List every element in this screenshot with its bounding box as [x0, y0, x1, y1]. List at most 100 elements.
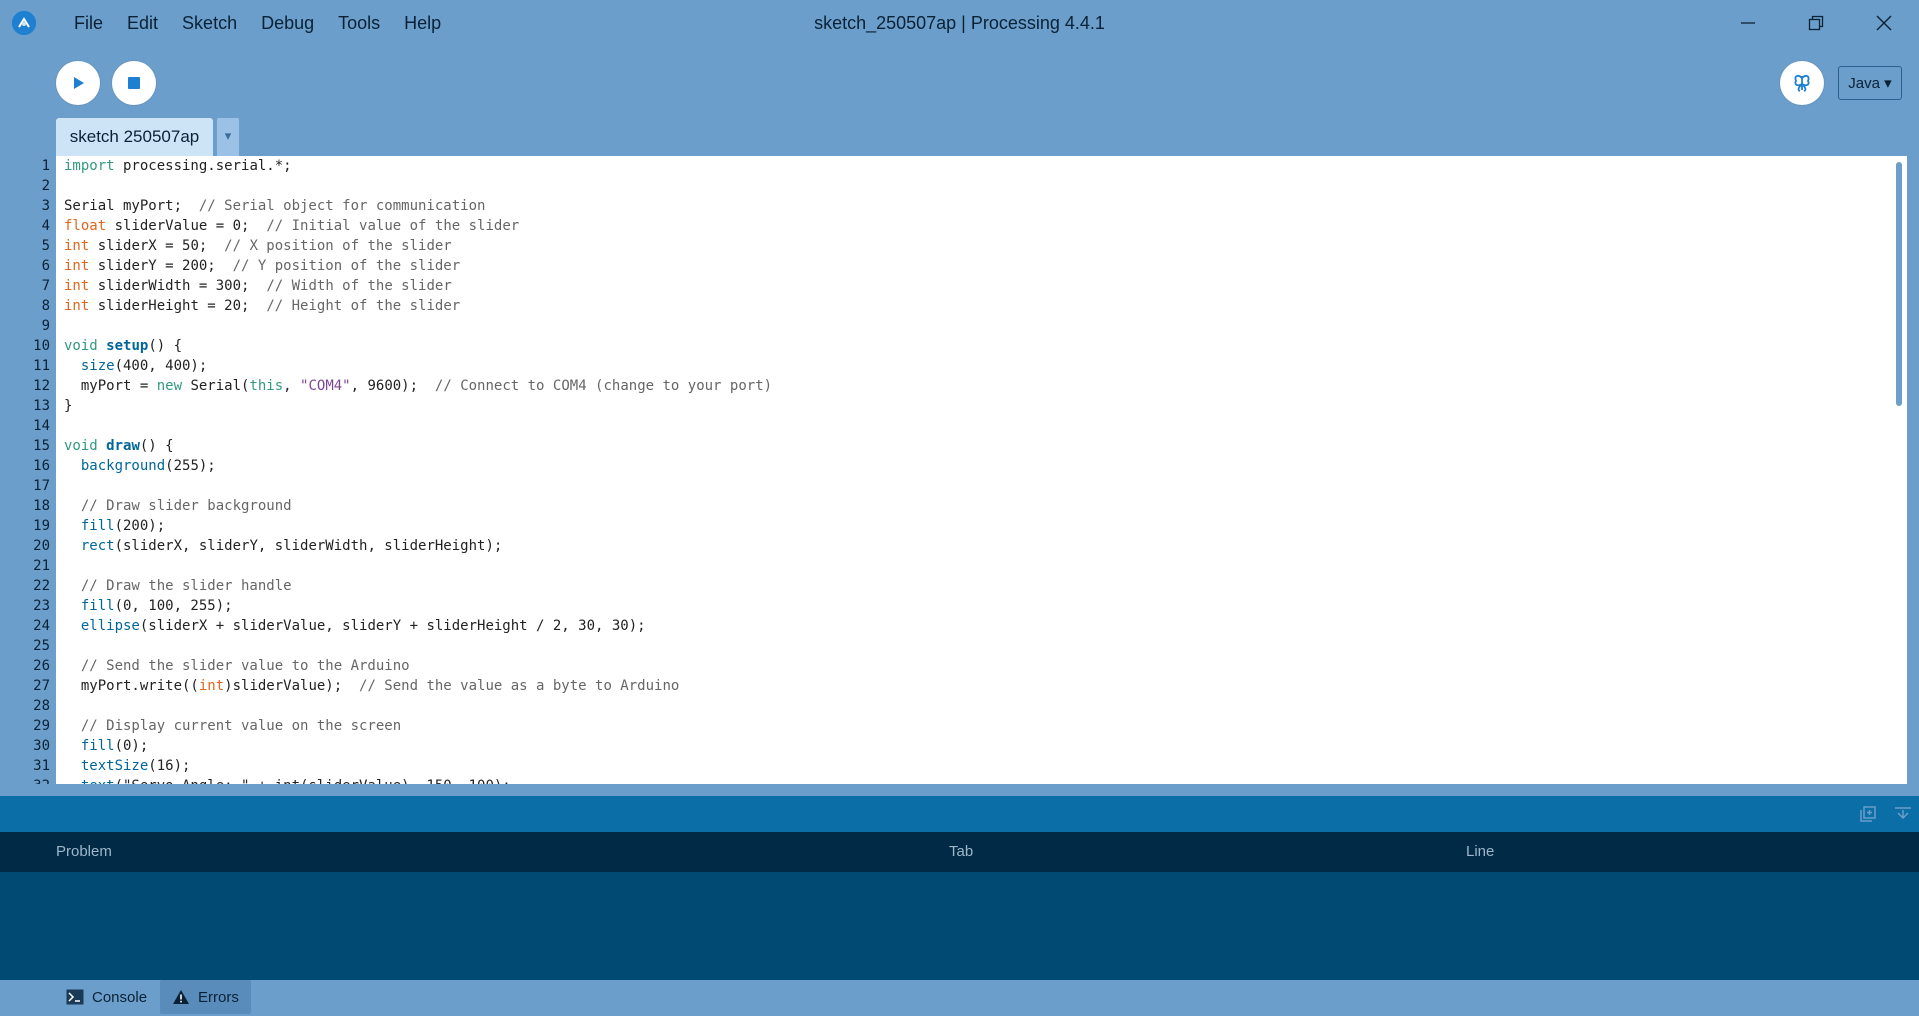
debugger-button[interactable] — [1780, 61, 1824, 105]
minimize-button[interactable] — [1714, 0, 1782, 46]
run-button[interactable] — [56, 61, 100, 105]
line-number: 25 — [33, 638, 50, 654]
code-token: textSize — [80, 758, 149, 774]
code-token: processing.serial.*; — [114, 158, 292, 174]
restore-button[interactable] — [1782, 0, 1850, 46]
line-number: 21 — [33, 558, 50, 574]
code-line[interactable] — [56, 476, 1893, 496]
code-line[interactable] — [56, 316, 1893, 336]
line-number: 23 — [33, 598, 50, 614]
console-tab[interactable]: Console — [54, 980, 159, 1014]
code-token: (400, 400); — [114, 358, 208, 374]
code-line[interactable]: int sliderX = 50; // X position of the s… — [56, 236, 1893, 256]
code-line[interactable]: } — [56, 396, 1893, 416]
code-token: // Y position of the slider — [232, 258, 461, 274]
code-token: myPort.write(( — [64, 678, 199, 694]
code-token: sliderX = 50; — [89, 238, 225, 254]
column-tab[interactable]: Tab — [949, 832, 973, 872]
code-token: size — [80, 358, 115, 374]
errors-list — [0, 872, 1919, 980]
code-line[interactable]: void draw() { — [56, 436, 1893, 456]
line-number: 10 — [33, 338, 50, 354]
editor-scrollbar[interactable] — [1893, 156, 1907, 784]
code-token: import — [64, 158, 115, 174]
code-line[interactable]: background(255); — [56, 456, 1893, 476]
menu-file[interactable]: File — [62, 0, 115, 46]
code-token: // Initial value of the slider — [266, 218, 520, 234]
code-line[interactable]: text("Servo Angle: " + int(sliderValue),… — [56, 776, 1893, 784]
code-token: (0, 100, 255); — [114, 598, 233, 614]
menu-edit[interactable]: Edit — [115, 0, 170, 46]
code-line[interactable]: // Send the slider value to the Arduino — [56, 656, 1893, 676]
code-line[interactable]: int sliderWidth = 300; // Width of the s… — [56, 276, 1893, 296]
code-line[interactable]: int sliderY = 200; // Y position of the … — [56, 256, 1893, 276]
stop-button[interactable] — [112, 61, 156, 105]
code-line[interactable] — [56, 696, 1893, 716]
footer-bar: Console Errors — [0, 980, 1919, 1016]
code-line[interactable]: fill(200); — [56, 516, 1893, 536]
code-line[interactable]: import processing.serial.*; — [56, 156, 1893, 176]
code-token: sliderHeight = 20; — [89, 298, 267, 314]
mode-select[interactable]: Java ▾ — [1838, 66, 1902, 100]
line-number: 31 — [33, 758, 50, 774]
column-line[interactable]: Line — [1466, 832, 1494, 872]
code-editor[interactable]: import processing.serial.*; Serial myPort… — [56, 156, 1893, 784]
code-line[interactable]: fill(0); — [56, 736, 1893, 756]
code-line[interactable]: int sliderHeight = 20; // Height of the … — [56, 296, 1893, 316]
code-token: , — [283, 378, 301, 394]
code-token: fill — [80, 598, 115, 614]
column-problem[interactable]: Problem — [56, 832, 112, 872]
line-number: 1 — [41, 158, 50, 174]
code-line[interactable]: // Draw the slider handle — [56, 576, 1893, 596]
menu-tools[interactable]: Tools — [326, 0, 392, 46]
menu-sketch[interactable]: Sketch — [170, 0, 249, 46]
code-line[interactable] — [56, 416, 1893, 436]
code-token: (sliderX + sliderValue, sliderY + slider… — [139, 618, 646, 634]
menu-help[interactable]: Help — [392, 0, 453, 46]
line-number: 4 — [41, 218, 50, 234]
code-line[interactable] — [56, 636, 1893, 656]
code-line[interactable]: // Display current value on the screen — [56, 716, 1893, 736]
code-token: (sliderX, sliderY, sliderWidth, sliderHe… — [114, 538, 503, 554]
editor-scroll-thumb[interactable] — [1896, 162, 1902, 406]
code-token: sliderY = 200; — [89, 258, 233, 274]
copy-icon[interactable] — [1858, 804, 1878, 824]
menu-debug[interactable]: Debug — [249, 0, 326, 46]
code-line[interactable]: size(400, 400); — [56, 356, 1893, 376]
code-token: int — [198, 678, 225, 694]
code-line[interactable]: myPort = new Serial(this, "COM4", 9600);… — [56, 376, 1893, 396]
code-line[interactable] — [56, 556, 1893, 576]
collapse-panel-icon[interactable] — [1893, 804, 1913, 824]
code-line[interactable]: // Draw slider background — [56, 496, 1893, 516]
close-button[interactable] — [1850, 0, 1918, 46]
code-token: void — [64, 438, 98, 454]
code-line[interactable] — [56, 176, 1893, 196]
code-line[interactable]: Serial myPort; // Serial object for comm… — [56, 196, 1893, 216]
restore-icon — [1808, 15, 1824, 31]
errors-tab[interactable]: Errors — [160, 980, 251, 1014]
code-token: int — [64, 278, 90, 294]
code-line[interactable]: void setup() { — [56, 336, 1893, 356]
code-token: , 9600); — [350, 378, 435, 394]
code-line[interactable]: rect(sliderX, sliderY, sliderWidth, slid… — [56, 536, 1893, 556]
code-line[interactable]: fill(0, 100, 255); — [56, 596, 1893, 616]
code-line[interactable]: textSize(16); — [56, 756, 1893, 776]
code-line[interactable]: myPort.write((int)sliderValue); // Send … — [56, 676, 1893, 696]
code-token: // X position of the slider — [224, 238, 452, 254]
code-line[interactable]: float sliderValue = 0; // Initial value … — [56, 216, 1893, 236]
tab-sketch[interactable]: sketch 250507ap — [56, 118, 213, 156]
code-token: myPort = — [64, 378, 157, 394]
code-token: () { — [148, 338, 183, 354]
minimize-icon — [1741, 22, 1755, 24]
code-line[interactable]: ellipse(sliderX + sliderValue, sliderY +… — [56, 616, 1893, 636]
code-token: // Display current value on the screen — [80, 718, 402, 734]
tab-menu-button[interactable]: ▾ — [217, 118, 239, 156]
code-token: "COM4" — [300, 378, 351, 394]
